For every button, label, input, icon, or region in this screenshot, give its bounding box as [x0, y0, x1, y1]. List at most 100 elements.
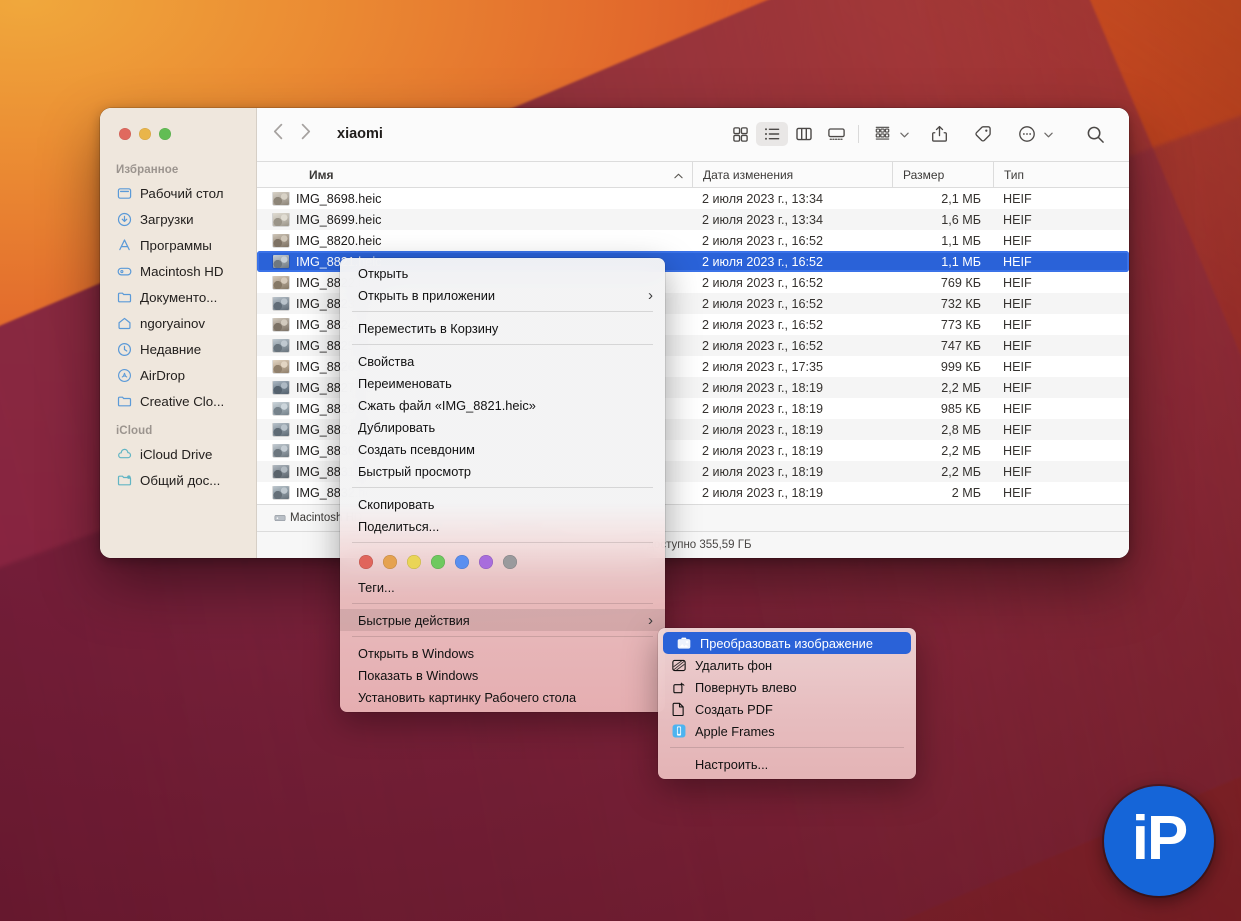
table-row[interactable]: IMG_8698.heic2 июля 2023 г., 13:342,1 МБ… — [257, 188, 1129, 209]
menu-item[interactable]: Дублировать — [340, 416, 665, 438]
downloads-icon — [116, 211, 133, 228]
create-pdf-icon — [670, 702, 687, 716]
chevron-down-icon[interactable] — [900, 125, 909, 143]
tag-color-dot-1[interactable] — [383, 555, 397, 569]
file-name-label: IMG_8699.heic — [296, 213, 381, 227]
column-header-type[interactable]: Тип — [993, 162, 1129, 187]
context-menu[interactable]: ОткрытьОткрыть в приложении› Переместить … — [340, 258, 665, 712]
forward-button[interactable] — [300, 123, 311, 145]
search-icon[interactable] — [1079, 122, 1111, 146]
sidebar-item-documents[interactable]: Документо... — [108, 285, 248, 310]
sidebar-item-shared[interactable]: Общий дос... — [108, 468, 248, 493]
menu-item[interactable]: Установить картинку Рабочего стола — [340, 686, 665, 708]
tag-color-dot-5[interactable] — [479, 555, 493, 569]
icon-view-button[interactable] — [724, 122, 756, 146]
menu-item[interactable]: Свойства — [340, 350, 665, 372]
zoom-button[interactable] — [159, 128, 171, 140]
menu-item[interactable]: Создать псевдоним — [340, 438, 665, 460]
menu-item[interactable]: Быстрые действия› — [340, 609, 665, 631]
applications-icon — [116, 237, 133, 254]
menu-item[interactable]: Показать в Windows — [340, 664, 665, 686]
sidebar-item-desktop[interactable]: Рабочий стол — [108, 181, 248, 206]
menu-item[interactable]: Быстрый просмотр — [340, 460, 665, 482]
file-type-cell: HEIF — [993, 339, 1129, 353]
share-button[interactable] — [923, 122, 955, 146]
close-button[interactable] — [119, 128, 131, 140]
file-date-cell: 2 июля 2023 г., 16:52 — [692, 318, 892, 332]
sidebar-item-label: Документо... — [140, 290, 217, 305]
submenu-item[interactable]: Apple Frames — [658, 720, 916, 742]
quick-actions-submenu[interactable]: Преобразовать изображениеУдалить фонПове… — [658, 628, 916, 779]
file-date-cell: 2 июля 2023 г., 16:52 — [692, 255, 892, 269]
view-switcher — [724, 122, 852, 146]
file-date-cell: 2 июля 2023 г., 13:34 — [692, 192, 892, 206]
sidebar-item-creative-cloud[interactable]: Creative Clo... — [108, 389, 248, 414]
menu-item[interactable]: Сжать файл «IMG_8821.heic» — [340, 394, 665, 416]
file-size-cell: 1,1 МБ — [892, 255, 993, 269]
menu-item-label: Переместить в Корзину — [358, 321, 498, 336]
rotate-left-icon — [670, 681, 687, 694]
submenu-item[interactable]: Повернуть влево — [658, 676, 916, 698]
gallery-view-button[interactable] — [820, 122, 852, 146]
column-header-date[interactable]: Дата изменения — [692, 162, 892, 187]
submenu-item[interactable]: Удалить фон — [658, 654, 916, 676]
file-type-cell: HEIF — [993, 255, 1129, 269]
table-row[interactable]: IMG_8820.heic2 июля 2023 г., 16:521,1 МБ… — [257, 230, 1129, 251]
back-button[interactable] — [273, 123, 284, 145]
menu-item[interactable]: Скопировать — [340, 493, 665, 515]
sidebar-section-favorites-title: Избранное — [100, 160, 256, 181]
tag-color-dot-4[interactable] — [455, 555, 469, 569]
image-thumbnail-icon — [273, 276, 289, 289]
list-view-button[interactable] — [756, 122, 788, 146]
file-type-cell: HEIF — [993, 276, 1129, 290]
file-name-label: IMG_8698.heic — [296, 192, 381, 206]
menu-item-label: Создать псевдоним — [358, 442, 475, 457]
menu-item[interactable]: Открыть — [340, 262, 665, 284]
file-date-cell: 2 июля 2023 г., 18:19 — [692, 381, 892, 395]
sidebar-item-label: Macintosh HD — [140, 264, 224, 279]
tag-color-row[interactable] — [340, 548, 665, 576]
image-thumbnail-icon — [273, 423, 289, 436]
file-size-cell: 985 КБ — [892, 402, 993, 416]
home-icon — [116, 315, 133, 332]
table-row[interactable]: IMG_8699.heic2 июля 2023 г., 13:341,6 МБ… — [257, 209, 1129, 230]
file-date-cell: 2 июля 2023 г., 18:19 — [692, 444, 892, 458]
image-thumbnail-icon — [273, 297, 289, 310]
sidebar-item-home[interactable]: ngoryainov — [108, 311, 248, 336]
column-header-size[interactable]: Размер — [892, 162, 993, 187]
sidebar-item-icloud-drive[interactable]: iCloud Drive — [108, 442, 248, 467]
menu-item[interactable]: Теги... — [340, 576, 665, 598]
submenu-item[interactable]: Настроить... — [658, 753, 916, 775]
more-actions-button[interactable] — [1011, 122, 1043, 146]
tag-color-dot-6[interactable] — [503, 555, 517, 569]
submenu-item[interactable]: Создать PDF — [658, 698, 916, 720]
sidebar-item-airdrop[interactable]: AirDrop — [108, 363, 248, 388]
sidebar-item-macintosh-hd[interactable]: Macintosh HD — [108, 259, 248, 284]
chevron-down-icon[interactable] — [1044, 125, 1053, 143]
sidebar-item-downloads[interactable]: Загрузки — [108, 207, 248, 232]
harddisk-icon — [273, 512, 286, 525]
menu-item[interactable]: Переместить в Корзину — [340, 317, 665, 339]
tag-color-dot-2[interactable] — [407, 555, 421, 569]
column-view-button[interactable] — [788, 122, 820, 146]
tags-button[interactable] — [967, 122, 999, 146]
column-header-name[interactable]: Имя — [257, 162, 692, 187]
group-by-button[interactable] — [865, 122, 899, 146]
menu-item[interactable]: Переименовать — [340, 372, 665, 394]
submenu-item[interactable]: Преобразовать изображение — [663, 632, 911, 654]
file-type-cell: HEIF — [993, 297, 1129, 311]
file-date-cell: 2 июля 2023 г., 17:35 — [692, 360, 892, 374]
tag-color-dot-3[interactable] — [431, 555, 445, 569]
file-size-cell: 747 КБ — [892, 339, 993, 353]
file-date-cell: 2 июля 2023 г., 16:52 — [692, 234, 892, 248]
file-name-cell: IMG_8820.heic — [257, 234, 692, 248]
sidebar-item-applications[interactable]: Программы — [108, 233, 248, 258]
sidebar-item-recents[interactable]: Недавние — [108, 337, 248, 362]
menu-item[interactable]: Открыть в Windows — [340, 642, 665, 664]
file-type-cell: HEIF — [993, 360, 1129, 374]
minimize-button[interactable] — [139, 128, 151, 140]
tag-color-dot-0[interactable] — [359, 555, 373, 569]
menu-item[interactable]: Поделиться... — [340, 515, 665, 537]
window-traffic-lights — [100, 108, 256, 160]
menu-item[interactable]: Открыть в приложении› — [340, 284, 665, 306]
